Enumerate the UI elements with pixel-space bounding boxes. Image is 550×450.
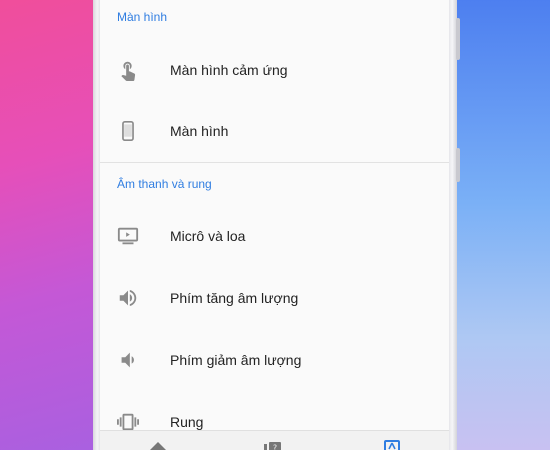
device-frame-right — [449, 0, 457, 450]
wallpaper-left — [0, 0, 100, 450]
nav-tests-active[interactable] — [380, 439, 404, 450]
volume-down-icon — [117, 349, 139, 371]
list-item-display[interactable]: Màn hình — [100, 101, 449, 161]
volume-up-icon — [117, 287, 139, 309]
section-header-sound: Âm thanh và rung — [117, 177, 212, 191]
list-item-label: Màn hình — [170, 123, 229, 139]
list-item-label: Micrô và loa — [170, 228, 246, 244]
device-side-button — [456, 18, 460, 60]
list-item-volume-down[interactable]: Phím giảm âm lượng — [100, 330, 449, 390]
touch-icon — [117, 59, 139, 81]
home-icon — [146, 439, 170, 450]
list-item-label: Rung — [170, 414, 204, 430]
list-item-label: Phím giảm âm lượng — [170, 352, 302, 368]
speaker-screen-icon — [117, 225, 139, 247]
svg-text:?: ? — [273, 444, 277, 450]
list-item-label: Phím tăng âm lượng — [170, 290, 299, 306]
device-frame-left — [93, 0, 100, 450]
section-divider — [100, 162, 449, 163]
nav-help[interactable]: ? — [262, 439, 286, 450]
bottom-navigation: ? — [100, 430, 449, 450]
nav-home[interactable] — [146, 439, 170, 450]
list-item-volume-up[interactable]: Phím tăng âm lượng — [100, 268, 449, 328]
wallpaper-right — [455, 0, 550, 450]
tests-icon — [380, 439, 404, 450]
phone-icon — [117, 120, 139, 142]
settings-screen: Màn hình Màn hình cảm ứng Màn hình Âm th… — [100, 0, 449, 450]
list-item-touchscreen[interactable]: Màn hình cảm ứng — [100, 40, 449, 100]
device-side-button — [456, 148, 460, 182]
help-icon: ? — [262, 439, 286, 450]
list-item-label: Màn hình cảm ứng — [170, 62, 288, 78]
section-header-display: Màn hình — [117, 10, 168, 24]
list-item-mic-speaker[interactable]: Micrô và loa — [100, 206, 449, 266]
